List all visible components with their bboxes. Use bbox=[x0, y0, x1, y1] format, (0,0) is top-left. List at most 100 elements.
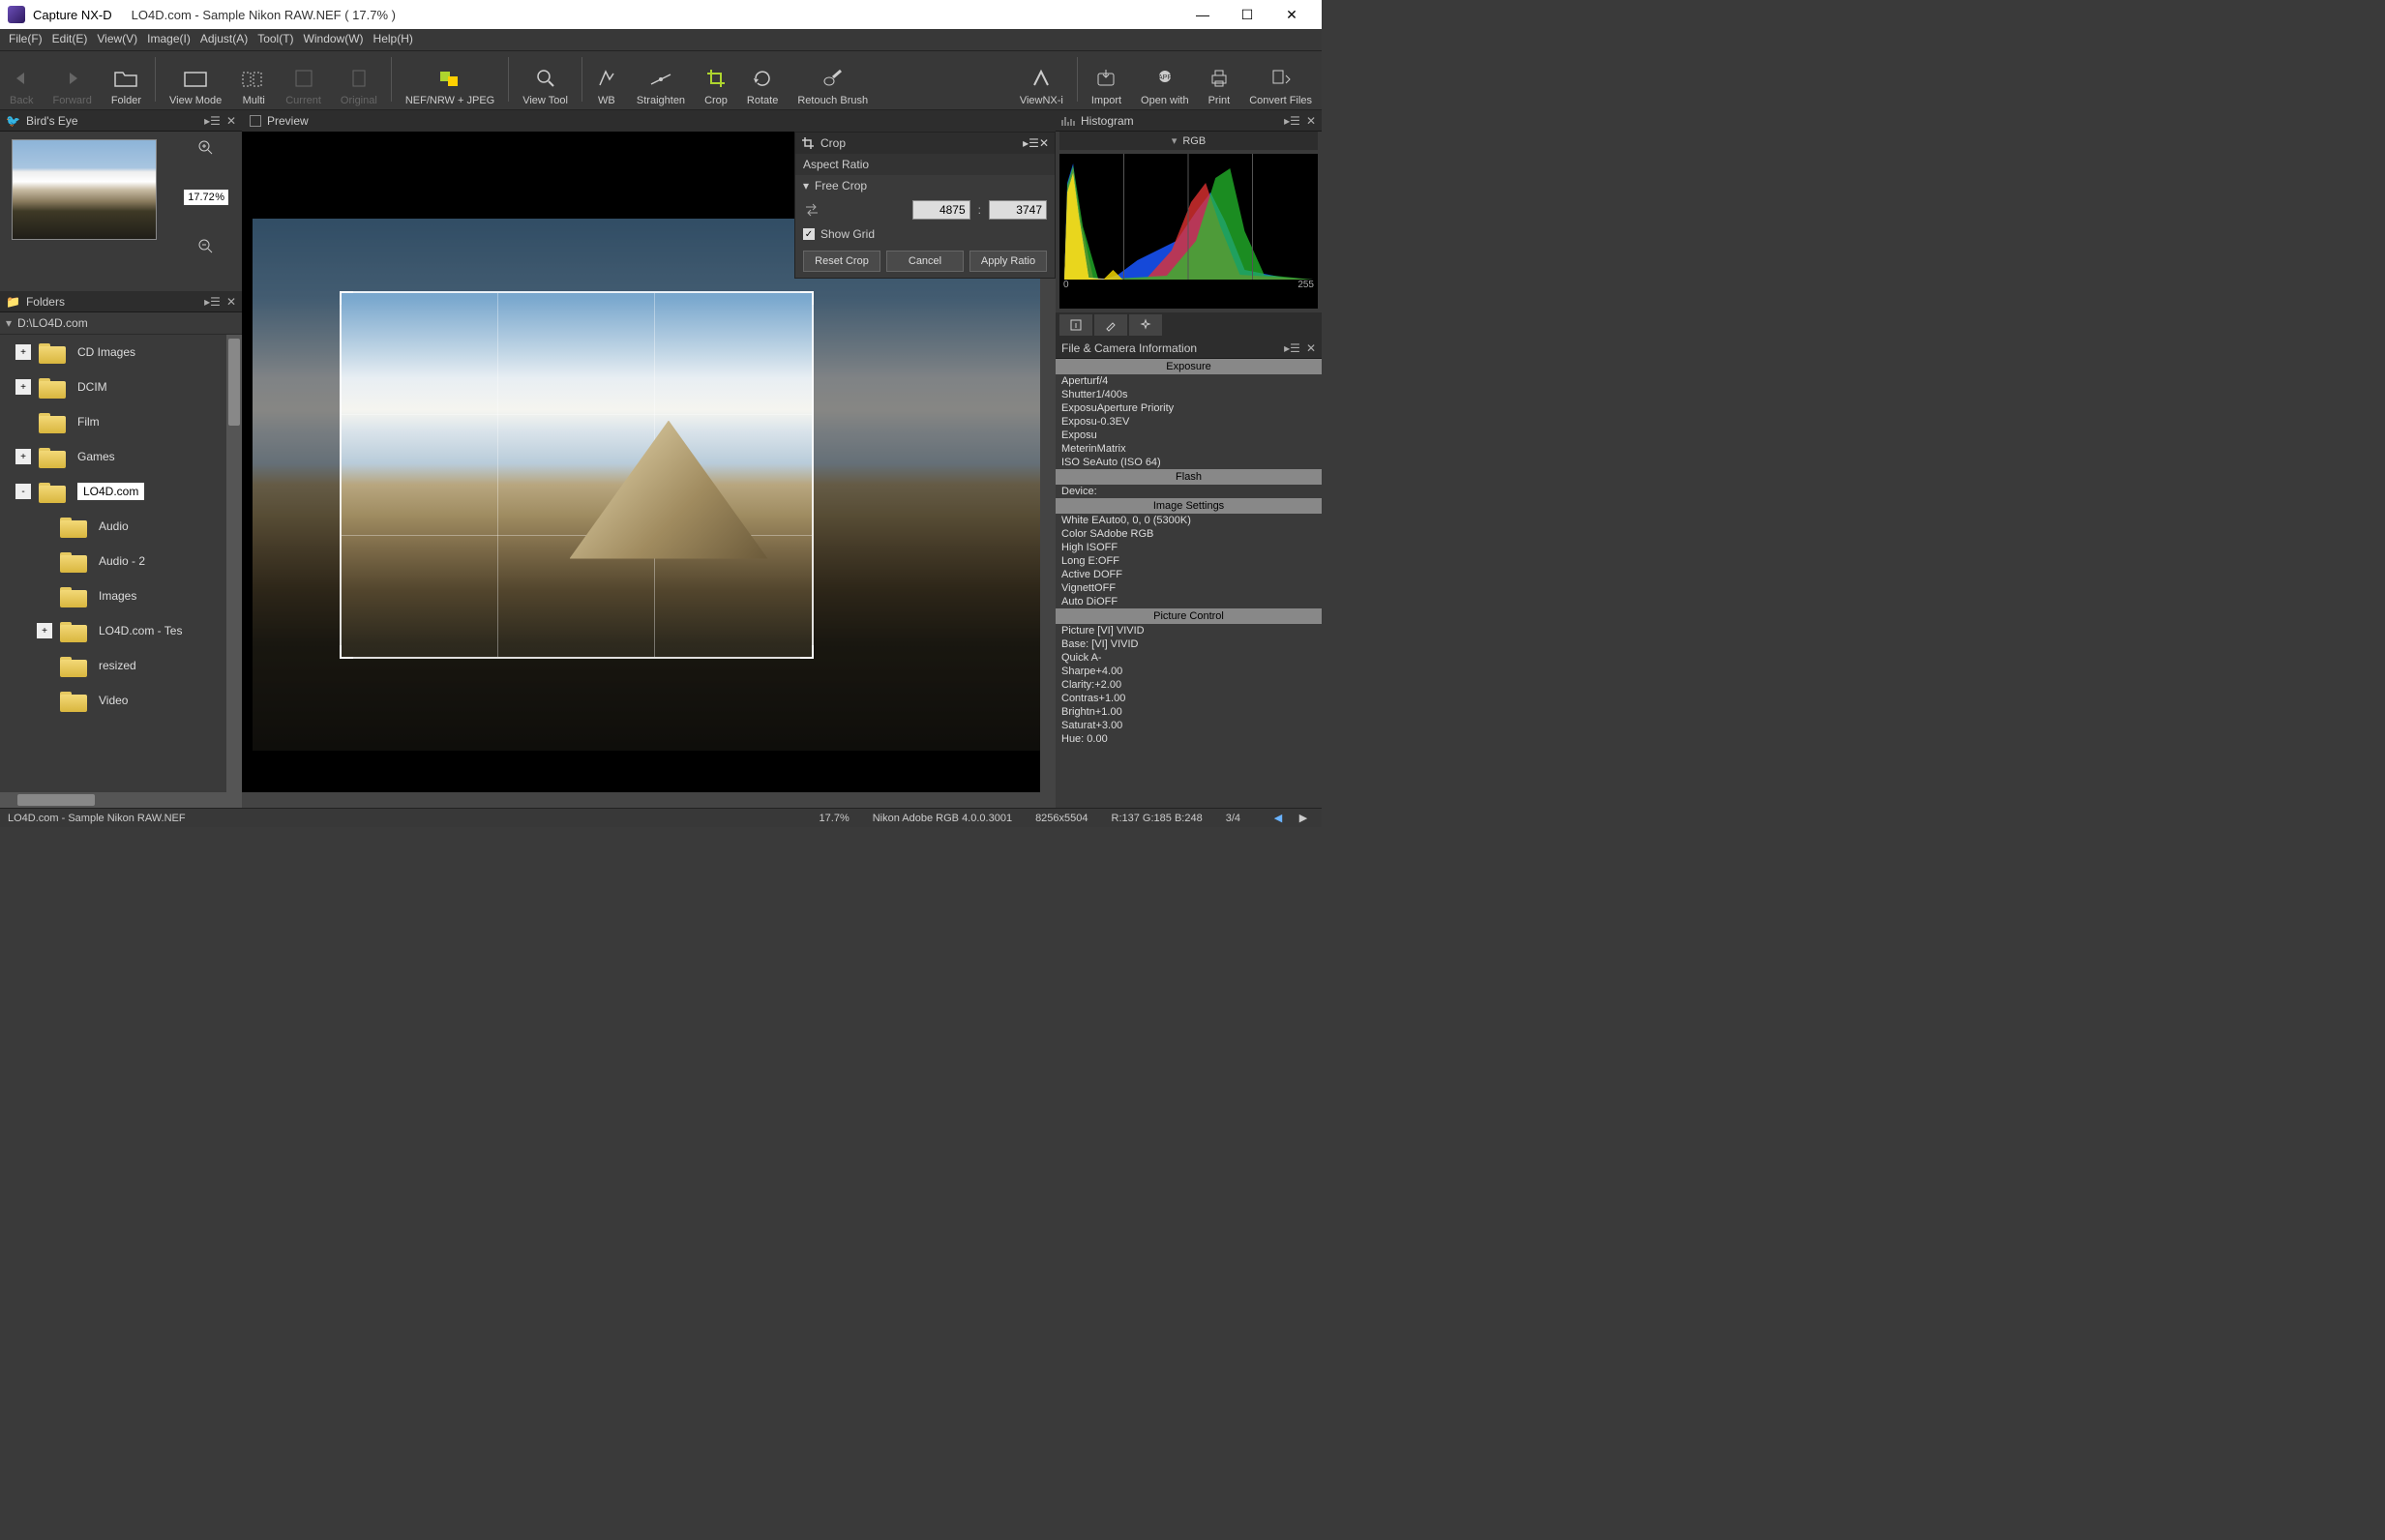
folder-row[interactable]: Audio bbox=[0, 509, 242, 544]
panel-collapse-icon[interactable]: ▸☰ bbox=[204, 114, 221, 128]
crop-width-input[interactable] bbox=[912, 200, 970, 220]
openwith-button[interactable]: APPOpen with bbox=[1131, 52, 1199, 106]
crop-button[interactable]: Crop bbox=[695, 52, 737, 106]
toolbar-separator bbox=[1077, 57, 1078, 102]
menu-help[interactable]: Help(H) bbox=[369, 29, 418, 50]
close-button[interactable]: ✕ bbox=[1269, 0, 1314, 29]
svg-text:APP: APP bbox=[1158, 74, 1172, 81]
section-header: Flash bbox=[1056, 469, 1322, 485]
menu-image[interactable]: Image(I) bbox=[142, 29, 195, 50]
minimize-button[interactable]: — bbox=[1180, 0, 1225, 29]
panel-collapse-icon[interactable]: ▸☰ bbox=[204, 295, 221, 309]
zoom-out-icon[interactable] bbox=[197, 238, 215, 255]
cancel-crop-button[interactable]: Cancel bbox=[886, 251, 964, 272]
menu-window[interactable]: Window(W) bbox=[299, 29, 369, 50]
folder-row[interactable]: + Games bbox=[0, 439, 242, 474]
info-row: Saturat+3.00 bbox=[1056, 719, 1322, 732]
panel-close-icon[interactable]: ✕ bbox=[226, 295, 236, 309]
folder-row[interactable]: Images bbox=[0, 578, 242, 613]
menu-adjust[interactable]: Adjust(A) bbox=[195, 29, 253, 50]
tab-info[interactable] bbox=[1059, 314, 1092, 336]
free-crop-dropdown[interactable]: ▾ Free Crop bbox=[795, 175, 1055, 196]
maximize-button[interactable]: ☐ bbox=[1225, 0, 1269, 29]
rgb-dropdown[interactable]: ▾ RGB bbox=[1059, 132, 1318, 150]
tree-toggle[interactable]: + bbox=[15, 344, 31, 360]
preview-checkbox[interactable] bbox=[250, 115, 261, 127]
folder-label: Images bbox=[99, 589, 136, 603]
zoom-value[interactable]: % bbox=[184, 190, 228, 205]
nef-button[interactable]: NEF/NRW + JPEG bbox=[396, 52, 504, 106]
section-header: Image Settings bbox=[1056, 498, 1322, 514]
section-header: Exposure bbox=[1056, 359, 1322, 374]
tab-edit[interactable] bbox=[1094, 314, 1127, 336]
tree-toggle[interactable]: - bbox=[15, 484, 31, 499]
canvas[interactable]: Crop ▸☰ ✕ Aspect Ratio ▾ Free Crop : bbox=[242, 132, 1056, 808]
menu-file[interactable]: File(F) bbox=[4, 29, 47, 50]
tree-toggle[interactable]: + bbox=[15, 379, 31, 395]
folder-row[interactable]: Film bbox=[0, 404, 242, 439]
menu-view[interactable]: View(V) bbox=[92, 29, 142, 50]
folder-row[interactable]: resized bbox=[0, 648, 242, 683]
print-button[interactable]: Print bbox=[1199, 52, 1240, 106]
current-button[interactable]: Current bbox=[276, 52, 331, 106]
birdseye-thumbnail[interactable] bbox=[12, 139, 157, 240]
folder-button[interactable]: Folder bbox=[102, 52, 151, 106]
straighten-button[interactable]: Straighten bbox=[627, 52, 695, 106]
zoom-input[interactable] bbox=[188, 192, 215, 203]
folder-icon bbox=[39, 445, 68, 468]
original-button[interactable]: Original bbox=[331, 52, 387, 106]
folder-row[interactable]: Audio - 2 bbox=[0, 544, 242, 578]
tree-toggle[interactable]: + bbox=[37, 623, 52, 638]
crop-icon bbox=[801, 136, 815, 150]
show-grid-row[interactable]: ✓ Show Grid bbox=[795, 223, 1055, 245]
panel-collapse-icon[interactable]: ▸☰ bbox=[1023, 136, 1039, 150]
canvas-h-scrollbar[interactable] bbox=[242, 792, 1056, 808]
toolbar-separator bbox=[155, 57, 156, 102]
tab-effects[interactable] bbox=[1129, 314, 1162, 336]
crop-box[interactable] bbox=[340, 291, 814, 659]
folder-row[interactable]: +LO4D.com - Tes bbox=[0, 613, 242, 648]
zoom-in-icon[interactable] bbox=[197, 139, 215, 157]
left-h-scrollbar[interactable] bbox=[0, 792, 242, 808]
menu-tool[interactable]: Tool(T) bbox=[253, 29, 298, 50]
status-dims: 8256x5504 bbox=[1035, 813, 1088, 824]
panel-close-icon[interactable]: ✕ bbox=[1306, 114, 1316, 128]
folder-row[interactable]: -LO4D.com bbox=[0, 474, 242, 509]
viewnx-button[interactable]: ViewNX-i bbox=[1010, 52, 1073, 106]
folder-icon bbox=[60, 689, 89, 712]
info-row: Device: bbox=[1056, 485, 1322, 498]
viewtool-button[interactable]: View Tool bbox=[513, 52, 578, 106]
crop-height-input[interactable] bbox=[989, 200, 1047, 220]
panel-close-icon[interactable]: ✕ bbox=[1306, 341, 1316, 355]
retouch-button[interactable]: Retouch Brush bbox=[788, 52, 878, 106]
forward-button[interactable]: Forward bbox=[43, 52, 101, 106]
prev-image-button[interactable]: ◀ bbox=[1267, 811, 1289, 826]
convert-button[interactable]: Convert Files bbox=[1239, 52, 1322, 106]
multi-button[interactable]: Multi bbox=[231, 52, 276, 106]
import-button[interactable]: Import bbox=[1082, 52, 1131, 106]
viewmode-button[interactable]: View Mode bbox=[160, 52, 231, 106]
folder-row[interactable]: Video bbox=[0, 683, 242, 718]
reset-crop-button[interactable]: Reset Crop bbox=[803, 251, 880, 272]
next-image-button[interactable]: ▶ bbox=[1293, 811, 1314, 826]
folder-path-bar[interactable]: ▾ D:\LO4D.com bbox=[0, 312, 242, 335]
info-row: Base: [VI] VIVID bbox=[1056, 637, 1322, 651]
folder-label: Games bbox=[77, 450, 115, 463]
back-button[interactable]: Back bbox=[0, 52, 43, 106]
apply-ratio-button[interactable]: Apply Ratio bbox=[969, 251, 1047, 272]
panel-close-icon[interactable]: ✕ bbox=[1039, 136, 1049, 150]
panel-collapse-icon[interactable]: ▸☰ bbox=[1284, 114, 1300, 128]
swap-icon[interactable] bbox=[803, 202, 820, 218]
folder-label: resized bbox=[99, 659, 136, 672]
wb-button[interactable]: WB bbox=[586, 52, 627, 106]
rotate-button[interactable]: Rotate bbox=[737, 52, 788, 106]
folder-row[interactable]: +DCIM bbox=[0, 370, 242, 404]
tree-toggle[interactable]: + bbox=[15, 449, 31, 464]
folder-scrollbar[interactable] bbox=[226, 335, 242, 792]
panel-close-icon[interactable]: ✕ bbox=[226, 114, 236, 128]
folder-row[interactable]: +CD Images bbox=[0, 335, 242, 370]
menu-edit[interactable]: Edit(E) bbox=[47, 29, 93, 50]
show-grid-checkbox[interactable]: ✓ bbox=[803, 228, 815, 240]
info-row: Clarity:+2.00 bbox=[1056, 678, 1322, 692]
panel-collapse-icon[interactable]: ▸☰ bbox=[1284, 341, 1300, 355]
